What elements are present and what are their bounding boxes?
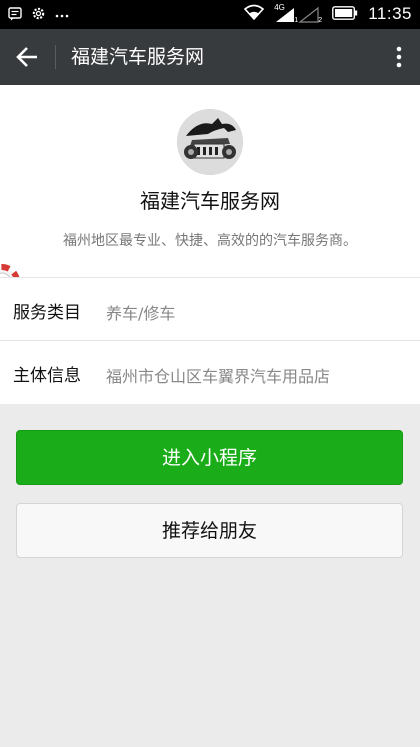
service-category-value: 养车/修车 xyxy=(106,304,176,323)
subject-info-row[interactable]: 主体信息 福州市仓山区车翼界汽车用品店 xyxy=(0,341,420,403)
status-time: 11:35 xyxy=(368,4,412,23)
avatar xyxy=(177,109,243,175)
enter-mini-program-button[interactable]: 进入小程序 xyxy=(16,430,403,485)
settings-icon xyxy=(31,6,46,25)
page-title: 福建汽车服务网 xyxy=(71,46,205,68)
battery-icon xyxy=(332,5,358,24)
subject-info-value: 福州市仓山区车翼界汽车用品店 xyxy=(106,367,331,386)
status-bar: 4G 1 2 11:35 xyxy=(0,0,420,29)
recommend-to-friend-button[interactable]: 推荐给朋友 xyxy=(16,503,403,558)
service-category-label: 服务类目 xyxy=(13,303,81,323)
network-label: 4G xyxy=(274,3,285,12)
message-icon xyxy=(8,6,22,25)
profile-card: 福建汽车服务网 福州地区最专业、快捷、高效的的汽车服务商。 xyxy=(0,85,420,277)
signal-sub-2-label: 2 xyxy=(318,17,323,24)
more-vertical-icon xyxy=(396,46,402,68)
wifi-icon xyxy=(244,4,265,24)
status-left-icons xyxy=(8,6,69,25)
profile-name: 福建汽车服务网 xyxy=(140,189,280,213)
more-menu-button[interactable] xyxy=(392,43,406,71)
status-right-icons: 4G 1 2 11:35 xyxy=(244,3,412,24)
title-divider xyxy=(55,45,56,69)
signal-icon: 4G 1 2 xyxy=(274,3,323,24)
back-button[interactable] xyxy=(14,43,42,71)
screen: 4G 1 2 11:35 福建汽车服务网 福建汽车服务网 福州地区最专业、快捷、… xyxy=(0,0,420,747)
more-dots-icon xyxy=(55,6,69,25)
subject-info-label: 主体信息 xyxy=(13,366,81,386)
back-arrow-icon xyxy=(16,47,37,67)
service-category-row: 服务类目 养车/修车 xyxy=(0,278,420,341)
signal-sub-1-label: 1 xyxy=(294,17,299,24)
car-logo-icon xyxy=(178,110,242,174)
info-section: 服务类目 养车/修车 主体信息 福州市仓山区车翼界汽车用品店 xyxy=(0,277,420,404)
title-bar: 福建汽车服务网 xyxy=(0,29,420,85)
profile-description: 福州地区最专业、快捷、高效的的汽车服务商。 xyxy=(63,233,357,249)
